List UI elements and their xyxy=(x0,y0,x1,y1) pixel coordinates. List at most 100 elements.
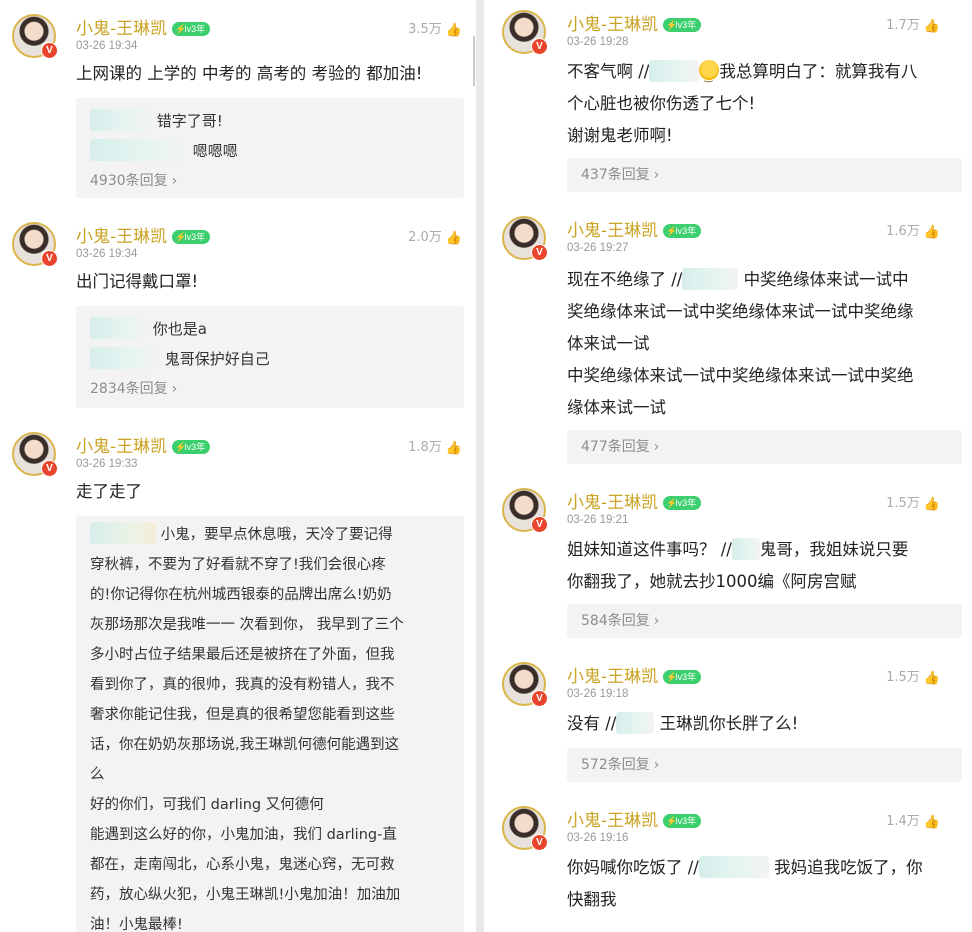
username-text[interactable]: 小鬼-王琳凯 xyxy=(567,667,658,687)
blurred-username xyxy=(731,538,760,560)
comment-time: 03-26 19:16 xyxy=(567,832,629,844)
like-button[interactable]: 1.6万 👍 xyxy=(886,220,940,240)
username-text[interactable]: 小鬼-王琳凯 xyxy=(567,811,658,831)
username[interactable]: 小鬼-王琳凯 lv3年 xyxy=(76,222,211,247)
avatar[interactable]: V xyxy=(502,488,548,533)
reply-text: 都在，走南闯北，心系小鬼，鬼迷心窍，无可救 xyxy=(90,857,395,873)
comment-time: 03-26 19:34 xyxy=(76,40,138,52)
level-badge-icon: lv3年 xyxy=(663,496,702,510)
username[interactable]: 小鬼-王琳凯 lv3年 xyxy=(76,14,211,39)
more-replies-text[interactable]: 2834条回复 xyxy=(90,381,168,397)
avatar[interactable]: V xyxy=(502,216,548,261)
comment-item: V 小鬼-王琳凯 lv3年 03-26 19:21 1.5万👍 姐妹知道这件事吗？… xyxy=(484,488,972,648)
reply-box[interactable]: 错字了哥! 嗯嗯嗯 4930条回复 › xyxy=(76,98,464,198)
more-replies-box[interactable]: 437条回复 › xyxy=(567,158,962,192)
chevron-right-icon: › xyxy=(171,173,178,189)
blurred-username xyxy=(682,268,739,290)
chevron-right-icon: › xyxy=(653,167,660,183)
reply-text: 多小时占位子结果最后还是被挤在了外面，但我 xyxy=(90,647,395,663)
comment-text-line: 我总算明白了：就算我有八 xyxy=(719,62,918,81)
like-count: 1.7万 xyxy=(886,18,920,33)
more-replies-link[interactable]: 477条回复 › xyxy=(581,432,948,462)
username[interactable]: 小鬼-王琳凯 lv3年 xyxy=(76,432,211,457)
thumbs-up-icon: 👍 xyxy=(923,671,940,686)
reply-box[interactable]: 小鬼，要早点休息哦，天冷了要记得 穿秋裤，不要为了好看就不穿了!我们会很心疼 的… xyxy=(76,516,464,932)
comment-text-line: 中奖绝缘体来试一试中 xyxy=(743,270,909,289)
reply-line: 鬼哥保护好自己 xyxy=(90,344,450,374)
blurred-username xyxy=(90,317,148,339)
like-count: 1.6万 xyxy=(886,224,920,239)
username[interactable]: 小鬼-王琳凯 lv3年 xyxy=(567,216,702,241)
username-text[interactable]: 小鬼-王琳凯 xyxy=(76,19,167,39)
reply-line: 你也是a xyxy=(90,314,450,344)
comment-text-line: 王琳凯你长胖了么! xyxy=(659,714,799,733)
like-button[interactable]: 2.0万 👍 xyxy=(408,226,462,246)
comment-text-line: 体来试一试 xyxy=(567,334,650,353)
username[interactable]: 小鬼-王琳凯 lv3年 xyxy=(567,488,702,513)
comment-text: 不客气啊 // 我总算明白了：就算我有八 个心脏也被你伤透了七个! 谢谢鬼老师啊! xyxy=(567,56,917,152)
username[interactable]: 小鬼-王琳凯 lv3年 xyxy=(567,806,702,831)
comment-text-line: 姐妹知道这件事吗？ // xyxy=(567,540,732,559)
blurred-username xyxy=(90,139,188,161)
more-replies-box[interactable]: 572条回复 › xyxy=(567,748,962,782)
comment-text: 你妈喊你吃饭了 // 我妈追我吃饭了，你 快翻我 xyxy=(567,852,923,916)
avatar[interactable]: V xyxy=(12,432,58,477)
chevron-right-icon: › xyxy=(171,381,178,397)
blurred-username xyxy=(90,109,152,131)
avatar[interactable]: V xyxy=(502,10,548,55)
like-button[interactable]: 1.5万 👍 xyxy=(886,666,940,686)
username[interactable]: 小鬼-王琳凯 lv3年 xyxy=(567,10,702,35)
comment-text-line: 快翻我 xyxy=(567,890,617,909)
verified-v-icon: V xyxy=(41,460,58,477)
comment-item: V 小鬼-王琳凯 lv3年 03-26 19:28 1.7万👍 不客气啊 // 我总… xyxy=(484,10,972,200)
like-button[interactable]: 1.8万 👍 xyxy=(408,436,462,456)
username-text[interactable]: 小鬼-王琳凯 xyxy=(567,15,658,35)
more-replies-box[interactable]: 584条回复 › xyxy=(567,604,962,638)
reply-text: 小鬼，要早点休息哦，天冷了要记得 xyxy=(160,527,393,543)
username-text[interactable]: 小鬼-王琳凯 xyxy=(76,227,167,247)
thumbs-up-icon: 👍 xyxy=(923,225,940,240)
reply-line: 小鬼，要早点休息哦，天冷了要记得 xyxy=(90,520,450,550)
reply-text: 么 xyxy=(90,767,105,783)
blurred-username xyxy=(90,522,156,544)
comment-text: 走了走了 xyxy=(76,482,142,501)
reply-text: 药，放心纵火犯，小鬼王琳凯!小鬼加油！加油加 xyxy=(90,887,401,903)
more-replies-link[interactable]: 437条回复 › xyxy=(581,160,948,190)
more-replies-text[interactable]: 584条回复 xyxy=(581,613,650,629)
blurred-username xyxy=(649,60,700,82)
avatar[interactable]: V xyxy=(502,662,548,707)
like-button[interactable]: 3.5万 👍 xyxy=(408,18,462,38)
comment-text-line: 没有 // xyxy=(567,714,617,733)
username-text[interactable]: 小鬼-王琳凯 xyxy=(567,493,658,513)
reply-text: 看到你了，真的很帅，我真的没有粉错人，我不 xyxy=(90,677,395,693)
verified-v-icon: V xyxy=(531,38,548,55)
avatar[interactable]: V xyxy=(12,222,58,267)
more-replies-link[interactable]: 584条回复 › xyxy=(581,606,948,636)
like-button[interactable]: 1.7万 👍 xyxy=(886,14,940,34)
more-replies-text[interactable]: 572条回复 xyxy=(581,757,650,773)
username[interactable]: 小鬼-王琳凯 lv3年 xyxy=(567,662,702,687)
comment-text-line: 鬼哥，我姐妹说只要 xyxy=(759,540,909,559)
comment-text-line: 我妈追我吃饭了，你 xyxy=(774,858,923,877)
more-replies-text[interactable]: 437条回复 xyxy=(581,167,650,183)
like-count: 1.4万 xyxy=(886,814,920,829)
more-replies-link[interactable]: 4930条回复 › xyxy=(90,166,450,196)
verified-v-icon: V xyxy=(531,244,548,261)
like-count: 1.8万 xyxy=(408,440,442,455)
username-text[interactable]: 小鬼-王琳凯 xyxy=(567,221,658,241)
avatar[interactable]: V xyxy=(502,806,548,851)
more-replies-text[interactable]: 4930条回复 xyxy=(90,173,168,189)
username-text[interactable]: 小鬼-王琳凯 xyxy=(76,437,167,457)
more-replies-box[interactable]: 477条回复 › xyxy=(567,430,962,464)
reply-box[interactable]: 你也是a 鬼哥保护好自己 2834条回复 › xyxy=(76,306,464,408)
reply-text: 灰那场那次是我唯一一 次看到你， 我早到了三个 xyxy=(90,617,404,633)
reply-text: 话，你在奶奶灰那场说,我王琳凯何德何能遇到这 xyxy=(90,737,400,753)
more-replies-text[interactable]: 477条回复 xyxy=(581,439,650,455)
like-button[interactable]: 1.5万 👍 xyxy=(886,492,940,512)
comment-text-line: 你妈喊你吃饭了 // xyxy=(567,858,699,877)
like-button[interactable]: 1.4万 👍 xyxy=(886,810,940,830)
more-replies-link[interactable]: 2834条回复 › xyxy=(90,374,450,404)
more-replies-link[interactable]: 572条回复 › xyxy=(581,750,948,780)
reply-text: 奢求你能记住我，但是真的很希望您能看到这些 xyxy=(90,707,395,723)
avatar[interactable]: V xyxy=(12,14,58,59)
